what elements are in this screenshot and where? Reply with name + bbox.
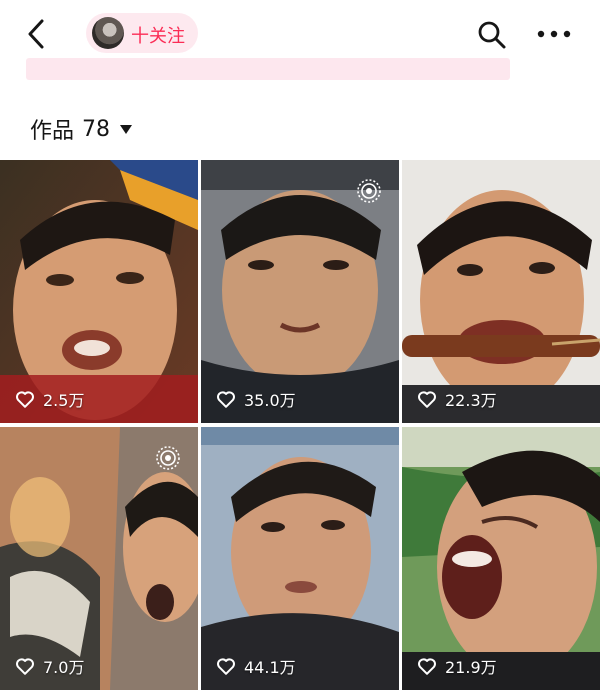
works-tab[interactable]: 作品 78 xyxy=(30,112,133,146)
follow-button[interactable]: 十关注 xyxy=(86,13,198,53)
header-banner xyxy=(26,58,510,80)
like-count: 22.3万 xyxy=(416,387,497,411)
live-photo-icon xyxy=(357,179,381,203)
like-count: 7.0万 xyxy=(14,654,84,678)
top-bar: 十关注 xyxy=(0,0,600,95)
live-photo-icon xyxy=(156,446,180,470)
heart-icon xyxy=(16,391,34,408)
video-thumbnail[interactable]: 7.0万 xyxy=(0,427,198,690)
video-thumbnail[interactable]: 21.9万 xyxy=(402,427,600,690)
like-count-value: 7.0万 xyxy=(43,658,85,677)
like-count: 44.1万 xyxy=(215,654,296,678)
video-thumbnail[interactable]: 22.3万 xyxy=(402,160,600,423)
like-count-value: 44.1万 xyxy=(244,658,296,677)
heart-icon xyxy=(217,658,235,675)
like-count: 21.9万 xyxy=(416,654,497,678)
back-button[interactable] xyxy=(18,14,58,54)
works-count: 78 xyxy=(82,116,111,142)
video-cover xyxy=(0,160,198,423)
like-count: 35.0万 xyxy=(215,387,296,411)
works-label: 作品 xyxy=(30,119,75,144)
heart-icon xyxy=(418,391,436,408)
heart-icon xyxy=(217,391,235,408)
like-count-value: 2.5万 xyxy=(43,391,85,410)
follow-label: 十关注 xyxy=(131,26,185,47)
video-cover xyxy=(402,160,600,423)
avatar[interactable] xyxy=(92,17,124,49)
video-grid: 2.5万 35.0万 22.3万 7.0万 44.1万 21.9万 xyxy=(0,160,600,690)
video-thumbnail[interactable]: 44.1万 xyxy=(201,427,399,690)
like-count-value: 21.9万 xyxy=(445,658,497,677)
chevron-left-icon xyxy=(28,19,44,49)
like-count-value: 35.0万 xyxy=(244,391,296,410)
more-horizontal-icon xyxy=(537,30,571,38)
video-cover xyxy=(201,427,399,690)
heart-icon xyxy=(16,658,34,675)
like-count-value: 22.3万 xyxy=(445,391,497,410)
video-thumbnail[interactable]: 2.5万 xyxy=(0,160,198,423)
caret-down-icon xyxy=(120,124,133,134)
heart-icon xyxy=(418,658,436,675)
video-thumbnail[interactable]: 35.0万 xyxy=(201,160,399,423)
like-count: 2.5万 xyxy=(14,387,84,411)
more-button[interactable] xyxy=(534,20,574,48)
search-icon xyxy=(478,21,506,49)
video-cover xyxy=(402,427,600,690)
search-button[interactable] xyxy=(475,18,509,52)
